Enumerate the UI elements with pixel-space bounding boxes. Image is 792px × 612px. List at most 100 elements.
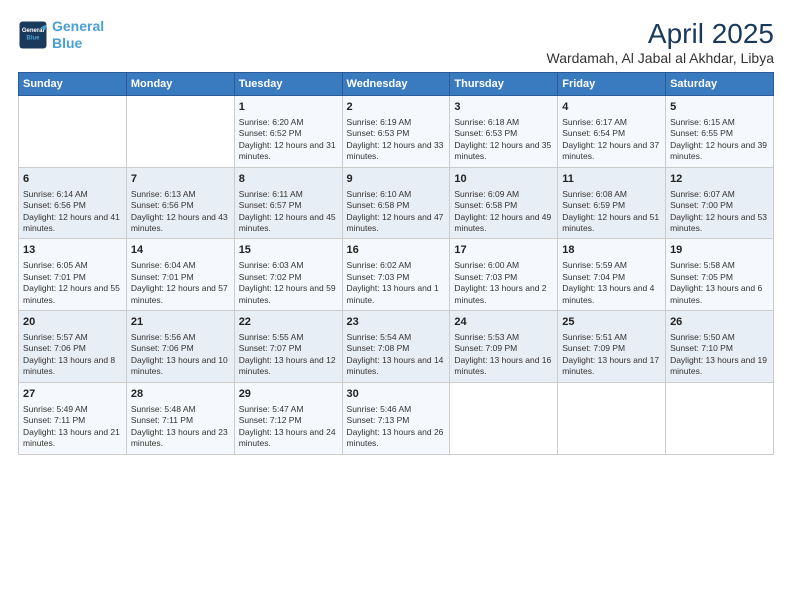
day-number: 29 bbox=[239, 387, 338, 402]
calendar-cell: 25 Sunrise: 5:51 AM Sunset: 7:09 PM Dayli… bbox=[558, 311, 666, 383]
calendar-cell: 2 Sunrise: 6:19 AM Sunset: 6:53 PM Daylig… bbox=[342, 96, 450, 168]
calendar-cell: 8 Sunrise: 6:11 AM Sunset: 6:57 PM Daylig… bbox=[234, 167, 342, 239]
calendar-week-row: 6 Sunrise: 6:14 AM Sunset: 6:56 PM Daylig… bbox=[19, 167, 774, 239]
calendar-cell bbox=[19, 96, 127, 168]
calendar-cell: 10 Sunrise: 6:09 AM Sunset: 6:58 PM Dayli… bbox=[450, 167, 558, 239]
day-number: 19 bbox=[670, 243, 769, 258]
day-info: Sunrise: 6:19 AM Sunset: 6:53 PM Dayligh… bbox=[347, 117, 446, 163]
day-info: Sunrise: 6:09 AM Sunset: 6:58 PM Dayligh… bbox=[454, 189, 553, 235]
calendar-cell: 16 Sunrise: 6:02 AM Sunset: 7:03 PM Dayli… bbox=[342, 239, 450, 311]
calendar-cell: 28Sunrise: 5:48 AM Sunset: 7:11 PM Dayli… bbox=[126, 382, 234, 454]
day-header-thursday: Thursday bbox=[450, 73, 558, 96]
day-number: 9 bbox=[347, 172, 446, 187]
calendar-table: SundayMondayTuesdayWednesdayThursdayFrid… bbox=[18, 72, 774, 455]
day-info: Sunrise: 5:54 AM Sunset: 7:08 PM Dayligh… bbox=[347, 332, 446, 378]
calendar-cell: 18 Sunrise: 5:59 AM Sunset: 7:04 PM Dayli… bbox=[558, 239, 666, 311]
title-block: April 2025 Wardamah, Al Jabal al Akhdar,… bbox=[547, 18, 775, 66]
day-number: 28 bbox=[131, 387, 230, 402]
calendar-week-row: 13 Sunrise: 6:05 AM Sunset: 7:01 PM Dayli… bbox=[19, 239, 774, 311]
calendar-cell: 14 Sunrise: 6:04 AM Sunset: 7:01 PM Dayli… bbox=[126, 239, 234, 311]
calendar-cell: 19 Sunrise: 5:58 AM Sunset: 7:05 PM Dayli… bbox=[666, 239, 774, 311]
logo-text: General Blue bbox=[52, 18, 104, 52]
day-info: Sunrise: 6:18 AM Sunset: 6:53 PM Dayligh… bbox=[454, 117, 553, 163]
day-info: Sunrise: 5:46 AM Sunset: 7:13 PM Dayligh… bbox=[347, 404, 446, 450]
day-info: Sunrise: 5:53 AM Sunset: 7:09 PM Dayligh… bbox=[454, 332, 553, 378]
calendar-cell: 17 Sunrise: 6:00 AM Sunset: 7:03 PM Dayli… bbox=[450, 239, 558, 311]
calendar-cell bbox=[558, 382, 666, 454]
day-number: 22 bbox=[239, 315, 338, 330]
calendar-week-row: 1 Sunrise: 6:20 AM Sunset: 6:52 PM Daylig… bbox=[19, 96, 774, 168]
calendar-cell: 20 Sunrise: 5:57 AM Sunset: 7:06 PM Dayli… bbox=[19, 311, 127, 383]
calendar-cell: 7 Sunrise: 6:13 AM Sunset: 6:56 PM Daylig… bbox=[126, 167, 234, 239]
day-info: Sunrise: 5:51 AM Sunset: 7:09 PM Dayligh… bbox=[562, 332, 661, 378]
day-header-friday: Friday bbox=[558, 73, 666, 96]
day-info: Sunrise: 6:10 AM Sunset: 6:58 PM Dayligh… bbox=[347, 189, 446, 235]
logo-icon: General Blue bbox=[18, 20, 48, 50]
day-number: 14 bbox=[131, 243, 230, 258]
logo-line2: Blue bbox=[52, 35, 82, 51]
calendar-cell: 26Sunrise: 5:50 AM Sunset: 7:10 PM Dayli… bbox=[666, 311, 774, 383]
day-number: 12 bbox=[670, 172, 769, 187]
calendar-cell: 9 Sunrise: 6:10 AM Sunset: 6:58 PM Daylig… bbox=[342, 167, 450, 239]
day-info: Sunrise: 6:20 AM Sunset: 6:52 PM Dayligh… bbox=[239, 117, 338, 163]
day-number: 15 bbox=[239, 243, 338, 258]
day-info: Sunrise: 6:04 AM Sunset: 7:01 PM Dayligh… bbox=[131, 260, 230, 306]
day-number: 2 bbox=[347, 100, 446, 115]
day-info: Sunrise: 5:58 AM Sunset: 7:05 PM Dayligh… bbox=[670, 260, 769, 306]
calendar-cell: 15 Sunrise: 6:03 AM Sunset: 7:02 PM Dayli… bbox=[234, 239, 342, 311]
day-info: Sunrise: 6:03 AM Sunset: 7:02 PM Dayligh… bbox=[239, 260, 338, 306]
day-header-monday: Monday bbox=[126, 73, 234, 96]
day-header-sunday: Sunday bbox=[19, 73, 127, 96]
day-info: Sunrise: 5:56 AM Sunset: 7:06 PM Dayligh… bbox=[131, 332, 230, 378]
day-number: 5 bbox=[670, 100, 769, 115]
subtitle: Wardamah, Al Jabal al Akhdar, Libya bbox=[547, 50, 775, 66]
day-info: Sunrise: 6:13 AM Sunset: 6:56 PM Dayligh… bbox=[131, 189, 230, 235]
day-number: 18 bbox=[562, 243, 661, 258]
calendar-cell: 27 Sunrise: 5:49 AM Sunset: 7:11 PM Dayli… bbox=[19, 382, 127, 454]
calendar-cell: 22Sunrise: 5:55 AM Sunset: 7:07 PM Dayli… bbox=[234, 311, 342, 383]
svg-text:General: General bbox=[22, 28, 45, 34]
day-number: 8 bbox=[239, 172, 338, 187]
calendar-cell: 24Sunrise: 5:53 AM Sunset: 7:09 PM Dayli… bbox=[450, 311, 558, 383]
calendar-cell: 13 Sunrise: 6:05 AM Sunset: 7:01 PM Dayli… bbox=[19, 239, 127, 311]
day-info: Sunrise: 6:17 AM Sunset: 6:54 PM Dayligh… bbox=[562, 117, 661, 163]
day-number: 25 bbox=[562, 315, 661, 330]
day-number: 17 bbox=[454, 243, 553, 258]
day-number: 16 bbox=[347, 243, 446, 258]
day-number: 10 bbox=[454, 172, 553, 187]
day-number: 26 bbox=[670, 315, 769, 330]
calendar-cell: 3 Sunrise: 6:18 AM Sunset: 6:53 PM Daylig… bbox=[450, 96, 558, 168]
calendar-cell bbox=[666, 382, 774, 454]
calendar-cell: 6 Sunrise: 6:14 AM Sunset: 6:56 PM Daylig… bbox=[19, 167, 127, 239]
day-number: 27 bbox=[23, 387, 122, 402]
day-info: Sunrise: 5:47 AM Sunset: 7:12 PM Dayligh… bbox=[239, 404, 338, 450]
day-info: Sunrise: 5:59 AM Sunset: 7:04 PM Dayligh… bbox=[562, 260, 661, 306]
calendar-week-row: 27 Sunrise: 5:49 AM Sunset: 7:11 PM Dayli… bbox=[19, 382, 774, 454]
day-number: 11 bbox=[562, 172, 661, 187]
day-info: Sunrise: 5:57 AM Sunset: 7:06 PM Dayligh… bbox=[23, 332, 122, 378]
day-info: Sunrise: 6:07 AM Sunset: 7:00 PM Dayligh… bbox=[670, 189, 769, 235]
day-number: 3 bbox=[454, 100, 553, 115]
logo-line1: General bbox=[52, 18, 104, 34]
day-header-saturday: Saturday bbox=[666, 73, 774, 96]
day-number: 4 bbox=[562, 100, 661, 115]
day-number: 1 bbox=[239, 100, 338, 115]
day-info: Sunrise: 6:11 AM Sunset: 6:57 PM Dayligh… bbox=[239, 189, 338, 235]
day-number: 13 bbox=[23, 243, 122, 258]
calendar-cell: 1 Sunrise: 6:20 AM Sunset: 6:52 PM Daylig… bbox=[234, 96, 342, 168]
day-number: 23 bbox=[347, 315, 446, 330]
day-info: Sunrise: 6:14 AM Sunset: 6:56 PM Dayligh… bbox=[23, 189, 122, 235]
calendar-cell: 30 Sunrise: 5:46 AM Sunset: 7:13 PM Dayli… bbox=[342, 382, 450, 454]
day-number: 7 bbox=[131, 172, 230, 187]
main-title: April 2025 bbox=[547, 18, 775, 50]
day-header-tuesday: Tuesday bbox=[234, 73, 342, 96]
day-number: 20 bbox=[23, 315, 122, 330]
svg-text:Blue: Blue bbox=[26, 35, 40, 41]
day-info: Sunrise: 5:49 AM Sunset: 7:11 PM Dayligh… bbox=[23, 404, 122, 450]
day-number: 30 bbox=[347, 387, 446, 402]
day-info: Sunrise: 6:02 AM Sunset: 7:03 PM Dayligh… bbox=[347, 260, 446, 306]
day-info: Sunrise: 6:00 AM Sunset: 7:03 PM Dayligh… bbox=[454, 260, 553, 306]
day-info: Sunrise: 6:05 AM Sunset: 7:01 PM Dayligh… bbox=[23, 260, 122, 306]
day-number: 6 bbox=[23, 172, 122, 187]
day-info: Sunrise: 6:15 AM Sunset: 6:55 PM Dayligh… bbox=[670, 117, 769, 163]
